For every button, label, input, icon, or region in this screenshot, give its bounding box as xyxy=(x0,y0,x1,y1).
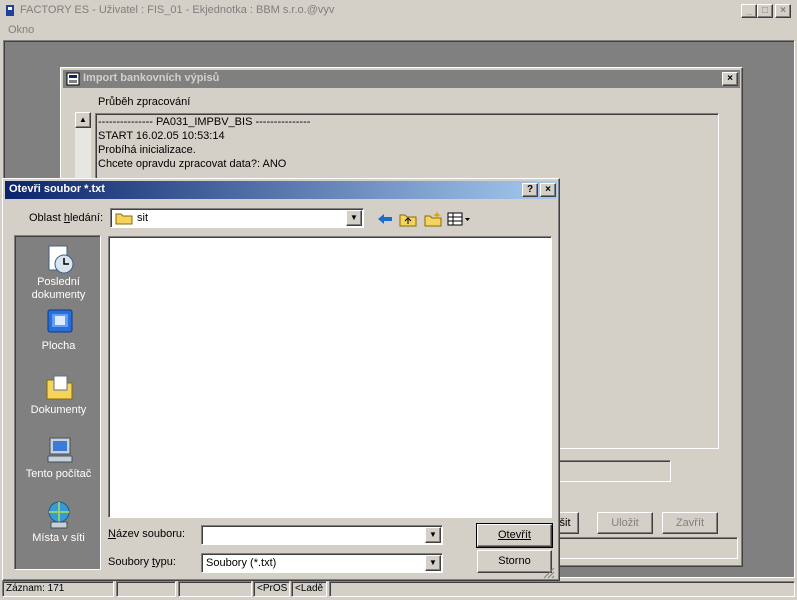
log-line: START 16.02.05 10:53:14 xyxy=(98,130,225,142)
cancel-button[interactable]: Storno xyxy=(477,550,552,573)
desktop-icon xyxy=(15,306,102,340)
look-in-combo[interactable]: sit ▼ xyxy=(110,208,364,228)
open-button-label: Otevřít xyxy=(497,529,531,541)
network-places-icon xyxy=(15,498,102,532)
chevron-down-icon[interactable]: ▼ xyxy=(346,210,362,226)
filetype-value: Soubory (*.txt) xyxy=(206,557,277,569)
place-desktop[interactable]: Plocha xyxy=(15,306,102,353)
file-list[interactable] xyxy=(108,236,552,518)
dialog-close-button[interactable]: × xyxy=(540,183,556,197)
status-extra: <Ladě xyxy=(291,581,327,597)
look-in-value: sit xyxy=(137,212,148,224)
minimize-button[interactable]: _ xyxy=(741,4,757,18)
open-button[interactable]: Otevřít xyxy=(476,523,553,548)
new-folder-icon[interactable] xyxy=(423,210,443,228)
up-folder-icon[interactable] xyxy=(398,210,418,228)
place-recent-documents[interactable]: Poslední dokumenty xyxy=(15,242,102,302)
back-arrow-icon[interactable] xyxy=(375,210,395,228)
log-line: Probíhá inicializace. xyxy=(98,144,196,156)
filetype-combo[interactable]: Soubory (*.txt) ▼ xyxy=(201,553,443,573)
open-file-dialog: Otevři soubor *.txt ? × Oblast hledání: … xyxy=(2,178,560,581)
menu-bar: Okno xyxy=(0,22,797,40)
help-button[interactable]: ? xyxy=(522,183,538,197)
filetype-label: Soubory typu: xyxy=(108,556,176,568)
recent-documents-icon xyxy=(15,242,102,276)
documents-folder-icon xyxy=(15,370,102,404)
progress-label: Průběh zpracování xyxy=(98,96,191,108)
place-label: Dokumenty xyxy=(30,404,87,416)
log-line: --------------- PA031_IMPBV_BIS --------… xyxy=(98,116,311,128)
place-label: Poslední dokumenty xyxy=(31,276,86,301)
scroll-up-arrow-icon[interactable]: ▲ xyxy=(75,112,91,128)
look-in-label: Oblast hledání: xyxy=(29,212,104,224)
import-window-titlebar: Import bankovních výpisů × xyxy=(63,70,740,88)
chevron-down-icon[interactable]: ▼ xyxy=(425,527,441,543)
place-network[interactable]: Místa v síti xyxy=(15,498,102,545)
place-my-computer[interactable]: Tento počítač xyxy=(15,434,102,481)
filename-input[interactable]: ▼ xyxy=(201,525,443,545)
my-computer-icon xyxy=(15,434,102,468)
status-bar: Záznam: 171 <PrOS <Ladě xyxy=(0,578,797,600)
app-icon xyxy=(4,4,16,17)
dialog-titlebar: Otevři soubor *.txt ? × xyxy=(5,181,557,199)
dialog-title: Otevři soubor *.txt xyxy=(9,183,105,195)
window-icon xyxy=(66,72,80,86)
place-label: Místa v síti xyxy=(32,532,85,544)
status-panel xyxy=(178,581,252,597)
import-window-title: Import bankovních výpisů xyxy=(83,72,220,84)
menu-okno[interactable]: Okno xyxy=(8,24,34,36)
chevron-down-icon[interactable]: ▼ xyxy=(425,555,441,571)
status-mode: <PrOS xyxy=(253,581,290,597)
app-titlebar: FACTORY ES - Uživatel : FIS_01 - Ekjedno… xyxy=(0,0,797,22)
place-label: Plocha xyxy=(41,340,76,352)
status-record: Záznam: 171 xyxy=(2,581,114,597)
maximize-button[interactable]: □ xyxy=(757,4,773,18)
app-title: FACTORY ES - Uživatel : FIS_01 - Ekjedno… xyxy=(20,4,335,16)
resize-grip-icon[interactable] xyxy=(543,567,555,579)
filename-label: Název souboru: xyxy=(108,528,186,540)
save-button[interactable]: Uložit xyxy=(597,512,653,534)
folder-icon xyxy=(115,211,133,228)
import-close-icon[interactable]: × xyxy=(722,72,738,86)
place-documents[interactable]: Dokumenty xyxy=(15,370,102,417)
status-panel xyxy=(329,581,795,597)
close-button[interactable]: × xyxy=(775,4,791,18)
places-bar: Poslední dokumenty Plocha Dokumenty Tent… xyxy=(14,235,101,570)
log-line: Chcete opravdu zpracovat data?: ANO xyxy=(98,158,287,170)
place-label: Tento počítač xyxy=(25,468,92,480)
view-menu-icon[interactable] xyxy=(446,210,472,228)
close-import-button[interactable]: Zavřít xyxy=(662,512,718,534)
status-panel xyxy=(116,581,176,597)
import-status-field xyxy=(551,460,671,482)
